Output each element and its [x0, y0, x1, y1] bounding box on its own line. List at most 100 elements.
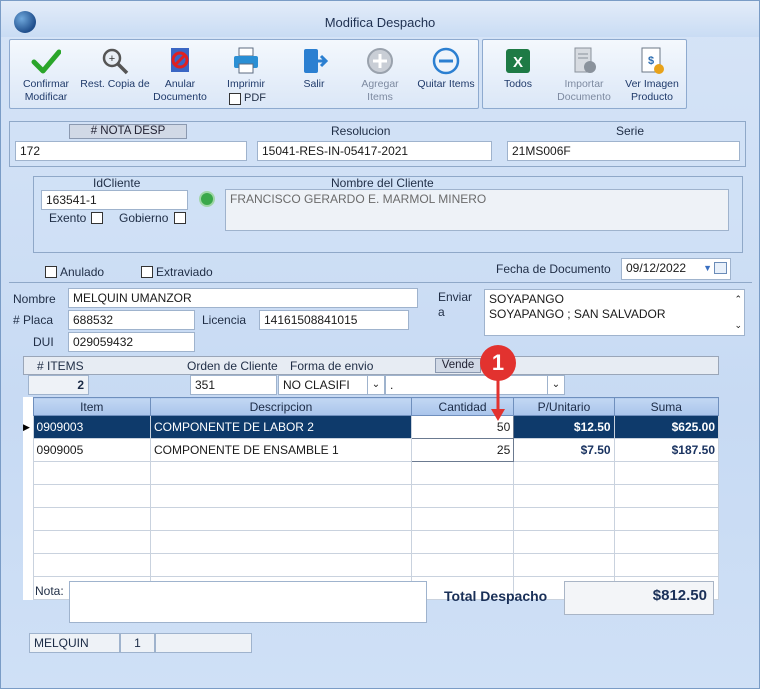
- dui-field[interactable]: 029059432: [68, 332, 195, 352]
- table-row[interactable]: 0909005 COMPONENTE DE ENSAMBLE 1 25 $7.5…: [23, 438, 720, 462]
- nota-footer-label: Nota:: [35, 584, 64, 598]
- col-descripcion-header[interactable]: Descripcion: [149, 397, 412, 416]
- empty-cell[interactable]: [513, 484, 615, 508]
- exit-button[interactable]: Salir: [288, 40, 340, 108]
- resolucion-label: Resolucion: [331, 124, 391, 138]
- title-bar: Modifica Despacho: [1, 1, 759, 37]
- table-row-empty[interactable]: [23, 484, 720, 508]
- import-document-button[interactable]: Importar Documento: [551, 40, 617, 108]
- empty-cell[interactable]: [613, 484, 720, 508]
- table-row-empty[interactable]: [23, 461, 720, 485]
- empty-cell[interactable]: [513, 553, 615, 577]
- empty-cell[interactable]: [32, 484, 151, 508]
- cell-descripcion[interactable]: COMPONENTE DE LABOR 2: [149, 415, 412, 439]
- scroll-down-icon[interactable]: ⌄: [734, 318, 742, 333]
- pdf-checkbox[interactable]: [229, 93, 241, 105]
- col-punitario-header[interactable]: P/Unitario: [513, 397, 615, 416]
- empty-cell[interactable]: [149, 553, 412, 577]
- cell-descripcion[interactable]: COMPONENTE DE ENSAMBLE 1: [149, 438, 412, 462]
- table-row-empty[interactable]: [23, 507, 720, 531]
- nota-textarea[interactable]: [69, 581, 427, 623]
- empty-cell[interactable]: [410, 484, 515, 508]
- empty-cell[interactable]: [32, 553, 151, 577]
- empty-cell[interactable]: [613, 530, 720, 554]
- empty-cell[interactable]: [613, 553, 720, 577]
- magnifier-icon: +: [102, 48, 129, 75]
- empty-cell[interactable]: [149, 484, 412, 508]
- empty-cell[interactable]: [410, 507, 515, 531]
- cell-item[interactable]: 0909003: [32, 415, 151, 439]
- forma-envio-select[interactable]: NO CLASIFI ⌄: [278, 375, 385, 395]
- exit-door-icon: [304, 49, 329, 73]
- fecha-datepicker[interactable]: 09/12/2022 ▼: [621, 258, 731, 280]
- table-row[interactable]: ▶ 0909003 COMPONENTE DE LABOR 2 50 $12.5…: [23, 415, 720, 439]
- empty-cell[interactable]: [149, 507, 412, 531]
- product-image-icon: $: [641, 47, 664, 74]
- empty-cell[interactable]: [32, 461, 151, 485]
- col-suma-header[interactable]: Suma: [613, 397, 720, 416]
- vendedor-select[interactable]: . ⌄: [385, 375, 565, 395]
- add-items-button[interactable]: Agregar Items: [348, 40, 412, 108]
- anulado-checkbox[interactable]: [45, 266, 57, 278]
- all-label: Todos: [503, 78, 533, 90]
- add-items-label: Agregar Items: [361, 78, 399, 103]
- placa-field[interactable]: 688532: [68, 310, 195, 330]
- empty-cell[interactable]: [613, 461, 720, 485]
- cell-cantidad[interactable]: 25: [410, 438, 515, 462]
- status-number: 1: [120, 633, 155, 653]
- checkmark-icon: [31, 49, 61, 74]
- gobierno-checkbox[interactable]: [174, 212, 186, 224]
- callout-badge: 1: [480, 345, 516, 381]
- extraviado-checkbox[interactable]: [141, 266, 153, 278]
- verified-check-icon[interactable]: [199, 191, 215, 207]
- empty-cell[interactable]: [513, 461, 615, 485]
- cell-item[interactable]: 0909005: [32, 438, 151, 462]
- status-extra: [155, 633, 252, 653]
- empty-cell[interactable]: [513, 530, 615, 554]
- enviar-textarea[interactable]: SOYAPANGO SOYAPANGO ; SAN SALVADOR ⌃ ⌄: [484, 289, 745, 336]
- printer-icon: [234, 47, 258, 74]
- empty-cell[interactable]: [410, 530, 515, 554]
- empty-cell[interactable]: [613, 507, 720, 531]
- nombre-field[interactable]: MELQUIN UMANZOR: [68, 288, 418, 308]
- serie-field[interactable]: 21MS006F: [507, 141, 740, 161]
- row-pointer-icon: ▶: [23, 415, 34, 439]
- enviar-line-2: SOYAPANGO ; SAN SALVADOR: [489, 307, 666, 321]
- void-document-button[interactable]: Anular Documento: [150, 40, 210, 108]
- import-label: Importar Documento: [557, 78, 611, 103]
- empty-cell[interactable]: [410, 461, 515, 485]
- nota-field[interactable]: 172: [15, 141, 247, 161]
- row-marker: [23, 576, 34, 600]
- empty-cell[interactable]: [32, 530, 151, 554]
- restore-label: Rest. Copia de: [80, 78, 150, 90]
- dropdown-arrow-icon: ▼: [703, 263, 712, 273]
- all-button[interactable]: X Todos: [487, 40, 549, 108]
- empty-cell[interactable]: [149, 461, 412, 485]
- empty-cell[interactable]: [410, 553, 515, 577]
- row-marker: [23, 484, 34, 508]
- fecha-label: Fecha de Documento: [496, 262, 611, 276]
- col-item-header[interactable]: Item: [32, 397, 151, 416]
- table-row-empty[interactable]: [23, 553, 720, 577]
- orden-label: Orden de Cliente: [187, 359, 278, 373]
- pdf-label: PDF: [244, 92, 266, 104]
- client-id-field[interactable]: 163541-1: [41, 190, 188, 210]
- empty-cell[interactable]: [149, 530, 412, 554]
- exento-checkbox[interactable]: [91, 212, 103, 224]
- client-name-field[interactable]: FRANCISCO GERARDO E. MARMOL MINERO: [225, 189, 729, 231]
- vendedor-value: .: [390, 378, 394, 392]
- empty-cell[interactable]: [32, 507, 151, 531]
- table-row-empty[interactable]: [23, 530, 720, 554]
- resolucion-field[interactable]: 15041-RES-IN-05417-2021: [257, 141, 492, 161]
- items-count-label: # ITEMS: [37, 359, 84, 373]
- remove-items-button[interactable]: Quitar Items: [416, 40, 476, 108]
- restore-copy-button[interactable]: + Rest. Copia de: [80, 40, 150, 108]
- scroll-up-icon[interactable]: ⌃: [734, 292, 742, 307]
- toolbar-main: Confirmar Modificar + Rest. Copia de Anu…: [9, 39, 479, 109]
- nota-label: # NOTA DESP: [69, 124, 187, 139]
- view-image-button[interactable]: $ Ver Imagen Producto: [619, 40, 685, 108]
- licencia-field[interactable]: 14161508841015: [259, 310, 409, 330]
- empty-cell[interactable]: [513, 507, 615, 531]
- orden-field[interactable]: 351: [190, 375, 277, 395]
- confirm-button[interactable]: Confirmar Modificar: [12, 40, 80, 108]
